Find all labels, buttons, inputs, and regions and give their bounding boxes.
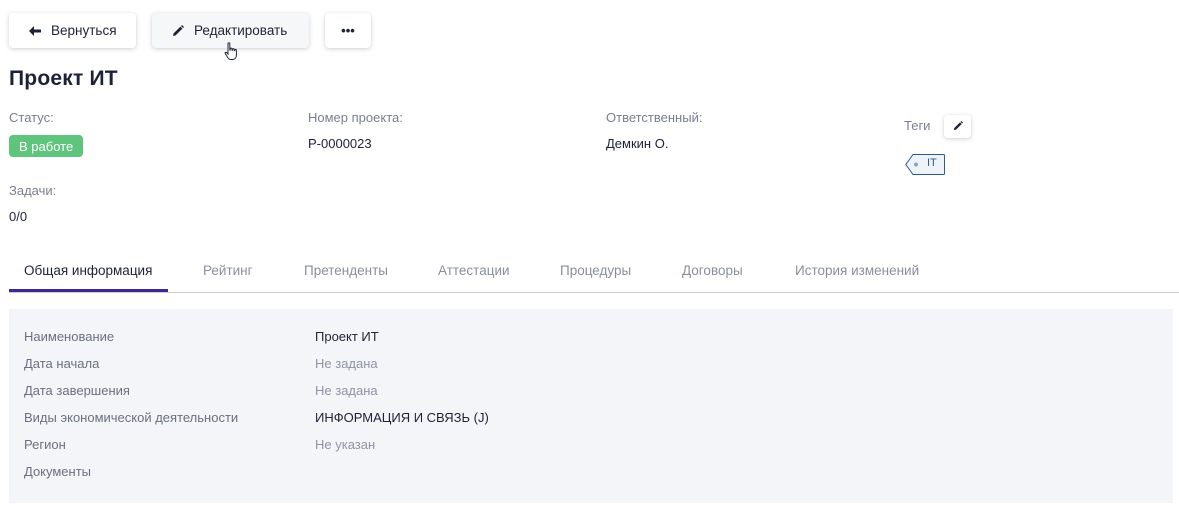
edit-tags-button[interactable] bbox=[944, 115, 971, 138]
info-value-name: Проект ИТ bbox=[315, 329, 379, 344]
more-actions-button[interactable]: ••• bbox=[325, 13, 371, 48]
general-info-panel: Наименование Проект ИТ Дата начала Не за… bbox=[9, 309, 1173, 503]
project-number-value: P-0000023 bbox=[308, 136, 372, 151]
info-key-start-date: Дата начала bbox=[24, 356, 100, 371]
tab-attestations[interactable]: Аттестации bbox=[438, 248, 510, 292]
status-label: Статус: bbox=[9, 110, 54, 125]
owner-value: Демкин О. bbox=[606, 136, 669, 151]
tab-bar: Общая информация Рейтинг Претенденты Атт… bbox=[9, 248, 1179, 293]
arrow-left-icon bbox=[29, 25, 41, 37]
tag-shape bbox=[905, 154, 945, 175]
back-button-label: Вернуться bbox=[51, 23, 117, 38]
info-key-end-date: Дата завершения bbox=[24, 383, 130, 398]
info-value-region: Не указан bbox=[315, 437, 376, 452]
info-key-documents: Документы bbox=[24, 464, 92, 479]
project-number-label: Номер проекта: bbox=[308, 110, 403, 125]
pencil-icon bbox=[953, 118, 963, 136]
edit-button-label: Редактировать bbox=[194, 23, 288, 38]
info-value-economic-activity: ИНФОРМАЦИЯ И СВЯЗЬ (J) bbox=[315, 410, 489, 425]
active-tab-indicator bbox=[9, 289, 168, 292]
ellipsis-icon: ••• bbox=[341, 23, 355, 38]
tags-label: Теги bbox=[904, 118, 931, 133]
info-key-economic-activity: Виды экономической деятельности bbox=[24, 410, 239, 425]
tab-rating[interactable]: Рейтинг bbox=[203, 248, 253, 292]
tab-change-history[interactable]: История изменений bbox=[795, 248, 919, 292]
back-button[interactable]: Вернуться bbox=[9, 13, 136, 48]
tag-chip[interactable]: IT bbox=[905, 154, 945, 175]
tab-general-info[interactable]: Общая информация bbox=[24, 248, 152, 292]
info-key-region: Регион bbox=[24, 437, 66, 452]
info-key-name: Наименование bbox=[24, 329, 115, 344]
info-value-end-date: Не задана bbox=[315, 383, 378, 398]
tab-contracts[interactable]: Договоры bbox=[682, 248, 743, 292]
pencil-icon bbox=[172, 24, 184, 37]
page-title: Проект ИТ bbox=[9, 67, 118, 90]
owner-label: Ответственный: bbox=[606, 110, 703, 125]
tag-label: IT bbox=[927, 157, 937, 169]
tasks-value: 0/0 bbox=[9, 209, 28, 224]
status-badge: В работе bbox=[9, 135, 84, 157]
hand-pointer-icon bbox=[224, 42, 240, 62]
tab-applicants[interactable]: Претенденты bbox=[304, 248, 388, 292]
tasks-label: Задачи: bbox=[9, 183, 57, 198]
info-value-start-date: Не задана bbox=[315, 356, 378, 371]
tab-procedures[interactable]: Процедуры bbox=[560, 248, 631, 292]
